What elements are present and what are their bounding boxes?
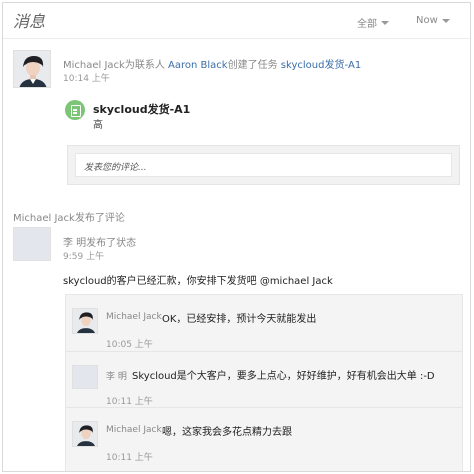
filter-time-label: Now: [416, 15, 438, 26]
task-title[interactable]: skycloud发货-A1: [93, 101, 190, 117]
reply-item: Michael Jack 嗯，这家我会多花点精力去跟 10:11 上午: [66, 407, 462, 463]
reply-author: Michael Jack: [106, 312, 162, 322]
timestamp: 9:59 上午: [63, 252, 105, 262]
contact-link[interactable]: Aaron Black: [168, 60, 228, 71]
action-text: 创建了任务: [227, 60, 278, 71]
avatar[interactable]: [72, 421, 98, 447]
filter-all-label: 全部: [357, 19, 377, 30]
messages-panel: 消息 全部 Now Michael Jack为联系人 Aaron Black创建…: [2, 2, 471, 472]
reply-text: Skycloud是个大客户，要多上点心，好好维护，好有机会出大单 :-D: [132, 371, 435, 382]
reply-text: 嗯，这家我会多花点精力去跟: [162, 427, 292, 438]
reply-text: OK，已经安排，预计今天就能发出: [162, 314, 317, 325]
reply-thread: Michael Jack OK，已经安排，预计今天就能发出 10:05 上午 李…: [65, 294, 463, 471]
avatar[interactable]: [13, 50, 51, 88]
timestamp: 10:14 上午: [63, 74, 110, 84]
section-heading: Michael Jack发布了评论: [13, 213, 125, 224]
panel-header: 消息 全部 Now: [3, 3, 470, 39]
avatar-placeholder[interactable]: [13, 227, 51, 261]
comment-box: 发表您的评论...: [67, 145, 460, 185]
reply-author: 李 明: [106, 372, 127, 382]
timestamp: 10:05 上午: [106, 340, 153, 350]
avatar-placeholder[interactable]: [72, 365, 98, 389]
notification-text: Michael Jack为联系人 Aaron Black创建了任务 skyclo…: [63, 56, 361, 71]
task-icon: [65, 100, 85, 120]
status-text: skycloud的客户已经汇款，你安排下发货吧 @michael Jack: [63, 276, 333, 287]
actor-name: Michael Jack: [63, 60, 125, 71]
filter-all-dropdown[interactable]: 全部: [357, 15, 389, 30]
avatar[interactable]: [72, 308, 98, 334]
reply-author: Michael Jack: [106, 425, 162, 435]
timestamp: 10:11 上午: [106, 397, 153, 407]
reply-item: 李 明 Skycloud是个大客户，要多上点心，好好维护，好有机会出大单 :-D…: [66, 351, 462, 407]
chevron-down-icon: [441, 19, 450, 23]
task-priority: 高: [93, 120, 103, 131]
comment-input[interactable]: 发表您的评论...: [75, 153, 452, 177]
timestamp: 10:11 上午: [106, 453, 153, 463]
reply-item: Michael Jack OK，已经安排，预计今天就能发出 10:05 上午: [66, 295, 462, 351]
chevron-down-icon: [381, 21, 389, 25]
filter-time-dropdown[interactable]: Now: [416, 15, 450, 26]
action-text: 为联系人: [124, 60, 165, 71]
task-link[interactable]: skycloud发货-A1: [281, 60, 361, 71]
author-line: 李 明发布了状态: [63, 238, 137, 249]
page-title: 消息: [13, 12, 46, 31]
